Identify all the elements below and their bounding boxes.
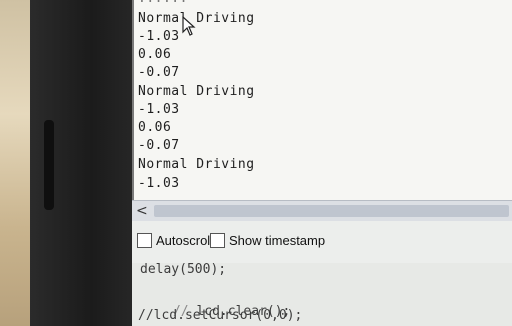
scrollbar-thumb[interactable] (154, 205, 509, 217)
serial-line: -1.03 (138, 29, 180, 44)
serial-line: -1.03 (138, 102, 180, 117)
scroll-left-icon[interactable]: < (136, 203, 148, 219)
bezel-hinge (44, 120, 54, 210)
show-timestamp-checkbox[interactable]: Show timestamp (210, 233, 325, 248)
autoscroll-label: Autoscroll (156, 233, 214, 248)
serial-line: -1.03 (138, 176, 180, 191)
photo-background (0, 0, 30, 326)
serial-line: Normal Driving (138, 84, 255, 99)
serial-monitor-output[interactable]: ...... Normal Driving -1.03 0.06 -0.07 N… (132, 0, 512, 200)
laptop-bezel (30, 0, 134, 326)
arduino-ide-window: ...... Normal Driving -1.03 0.06 -0.07 N… (132, 0, 512, 326)
serial-line: -0.07 (138, 138, 180, 153)
serial-line: Normal Driving (138, 11, 255, 26)
serial-line: -0.07 (138, 65, 180, 80)
serial-monitor-footer: Autoscroll Show timestamp (132, 221, 512, 264)
checkbox-box[interactable] (210, 233, 225, 248)
autoscroll-checkbox[interactable]: Autoscroll (137, 233, 213, 248)
serial-line: Normal Driving (138, 157, 255, 172)
code-line: delay(500); (140, 262, 227, 277)
serial-line-partial: ...... (138, 0, 188, 8)
code-line: //lcd.setCursor(0,0); (138, 308, 303, 323)
checkbox-box[interactable] (137, 233, 152, 248)
mouse-cursor-icon (182, 16, 196, 36)
show-timestamp-label: Show timestamp (229, 233, 326, 248)
code-editor[interactable]: delay(500); // lcd.clear(); //lcd.setCur… (132, 262, 512, 326)
horizontal-scrollbar[interactable]: < (132, 200, 512, 222)
serial-line: 0.06 (138, 120, 172, 135)
serial-line: 0.06 (138, 47, 172, 62)
